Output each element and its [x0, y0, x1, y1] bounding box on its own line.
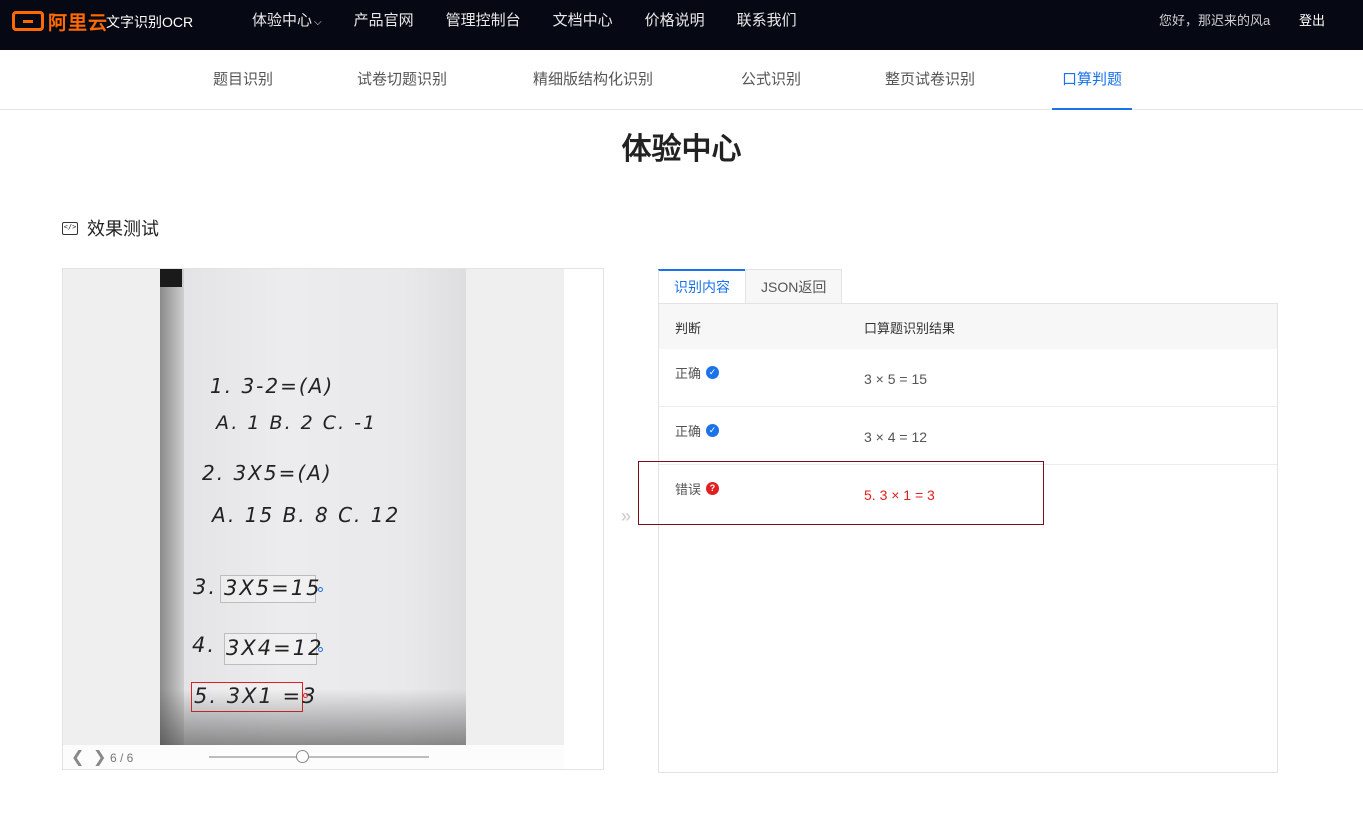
tab-question-recognition[interactable]: 题目识别 [213, 50, 273, 110]
viewer-margin [564, 269, 603, 769]
top-bar: 阿里云 文字识别OCR 体验中心 ⌵ 产品官网 管理控制台 文档中心 价格说明 联… [0, 0, 1363, 50]
judgement-cell: 正确 ✓ [675, 363, 720, 382]
user-greeting: 您好，那迟来的风a [1159, 13, 1271, 28]
handwriting-line: A. 15 B. 8 C. 12 [212, 503, 401, 527]
table-row: 正确 ✓ 3 × 4 = 12 [659, 407, 1277, 465]
tab-recognition-content[interactable]: 识别内容 [658, 269, 746, 304]
column-header-result: 口算题识别结果 [864, 321, 956, 336]
aliyun-logo[interactable]: 阿里云 [12, 10, 109, 34]
handwriting-answer: 3X5=15 [224, 576, 322, 600]
nav-item-pricing[interactable]: 价格说明 [645, 0, 705, 50]
homework-photo: 1. 3-2=(A) A. 1 B. 2 C. -1 2. 3X5=(A) A.… [160, 269, 466, 745]
expression-cell: 3 × 4 = 12 [864, 429, 928, 445]
chevron-down-icon: ⌵ [314, 17, 322, 28]
check-circle-icon: ✓ [706, 424, 720, 437]
handwriting-number: 3. [193, 575, 218, 599]
image-viewer: 1. 3-2=(A) A. 1 B. 2 C. -1 2. 3X5=(A) A.… [62, 268, 604, 770]
page-title: 体验中心 [621, 133, 742, 166]
aliyun-logo-icon [12, 11, 44, 31]
tab-paper-split[interactable]: 试卷切题识别 [357, 50, 447, 110]
error-row-highlight [638, 461, 1044, 525]
section-title: </> 效果测试 [62, 215, 159, 241]
nav-item-console[interactable]: 管理控制台 [446, 0, 521, 50]
judgement-label: 正确 [675, 366, 702, 381]
judgement-cell: 正确 ✓ [675, 421, 720, 440]
check-circle-icon: ✓ [706, 366, 720, 379]
prev-page-button[interactable]: ❮ [71, 747, 84, 767]
main-nav: 体验中心 ⌵ 产品官网 管理控制台 文档中心 价格说明 联系我们 [252, 0, 829, 50]
nav-item-contact[interactable]: 联系我们 [737, 0, 797, 50]
handwriting-line: 2. 3X5=(A) [202, 461, 333, 485]
photo-edge [160, 269, 184, 745]
tab-full-page-paper[interactable]: 整页试卷识别 [885, 50, 975, 110]
nav-item-docs[interactable]: 文档中心 [553, 0, 613, 50]
handwriting-line: 1. 3-2=(A) [210, 374, 335, 398]
photo-corner [160, 269, 182, 287]
table-header: 判断 口算题识别结果 [659, 304, 1277, 349]
logout-link[interactable]: 登出 [1299, 0, 1325, 42]
nav-item-product-site[interactable]: 产品官网 [354, 0, 414, 50]
tab-arithmetic-judging[interactable]: 口算判题 [1051, 50, 1133, 110]
nav-item-experience-center[interactable]: 体验中心 ⌵ [252, 0, 322, 50]
nav-item-label: 体验中心 [252, 12, 313, 29]
logo-text: 阿里云 [48, 12, 109, 34]
table-row: 正确 ✓ 3 × 5 = 15 [659, 349, 1277, 407]
handwriting-number: 4. [192, 633, 217, 657]
expression-cell: 3 × 5 = 15 [864, 371, 928, 387]
page-indicator: 6 / 6 [110, 751, 134, 765]
tab-structured-recognition[interactable]: 精细版结构化识别 [533, 50, 653, 110]
product-name: 文字识别OCR [106, 14, 194, 30]
zoom-slider-handle[interactable] [296, 750, 309, 763]
zoom-slider[interactable] [209, 756, 429, 758]
correct-marker [318, 647, 323, 652]
handwriting-line: A. 1 B. 2 C. -1 [216, 412, 378, 434]
result-tabs: 识别内容 JSON返回 [658, 269, 843, 304]
result-table: 判断 口算题识别结果 正确 ✓ 3 × 5 = 15 正确 ✓ 3 × 4 = … [658, 303, 1278, 773]
sub-nav: 题目识别 试卷切题识别 精细版结构化识别 公式识别 整页试卷识别 口算判题 [0, 50, 1363, 110]
correct-marker [318, 587, 323, 592]
next-page-button[interactable]: ❯ [93, 747, 106, 767]
code-icon: </> [62, 221, 78, 235]
tab-formula-recognition[interactable]: 公式识别 [741, 50, 801, 110]
double-chevron-right-icon: » [621, 506, 632, 526]
section-title-label: 效果测试 [87, 219, 159, 239]
judgement-label: 正确 [675, 424, 702, 439]
viewer-toolbar: ❮ ❯ 6 / 6 [63, 745, 603, 769]
column-header-judgement: 判断 [675, 321, 702, 336]
handwriting-answer: 3X4=12 [226, 636, 324, 660]
tab-json-response[interactable]: JSON返回 [745, 269, 843, 304]
photo-shadow [160, 689, 466, 745]
